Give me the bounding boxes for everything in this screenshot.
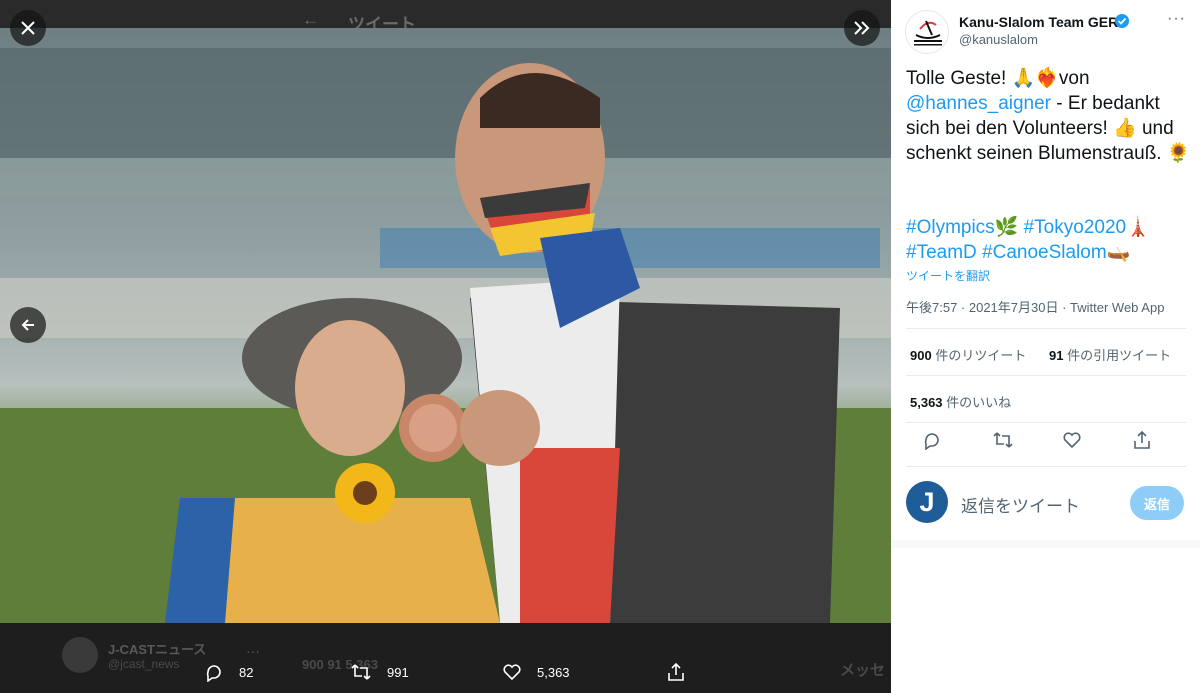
author-handle[interactable]: @kanuslalom (959, 32, 1038, 47)
tweet-photo (0, 28, 891, 623)
background-message-label: メッセ (840, 662, 886, 679)
close-button[interactable] (10, 10, 46, 46)
reply-icon (206, 665, 221, 682)
arrow-left-icon (21, 319, 34, 331)
verified-badge-icon (1114, 13, 1130, 34)
mention-link[interactable]: @hannes_aigner (906, 93, 1051, 114)
author-name[interactable]: Kanu-Slalom Team GER (959, 14, 1118, 30)
hashtags: #Olympics🌿 #Tokyo2020🗼 #TeamD #CanoeSlal… (906, 215, 1196, 265)
quote-tweets-stat[interactable]: 91 件の引用ツイート (1049, 345, 1171, 364)
reply-action[interactable]: 82 (204, 662, 253, 682)
media-action-bar: J-CASTニュース @jcast_news ··· 900 91 5,363 … (0, 623, 891, 693)
tweet-text: Tolle Geste! 🙏❤️‍🔥von @hannes_aigner - E… (906, 66, 1196, 166)
share-icon[interactable] (1132, 430, 1152, 455)
media-viewer: ← ツイート J-CASTニュース @jcast_news ··· 900 91… (0, 0, 891, 693)
reply-button[interactable]: 返信 (1130, 486, 1184, 520)
retweet-count: 991 (387, 664, 409, 680)
close-icon (21, 21, 35, 35)
retweet-icon[interactable] (992, 430, 1014, 455)
translate-tweet-link[interactable]: ツイートを翻訳 (906, 267, 990, 284)
author-avatar[interactable] (905, 10, 949, 54)
reply-icon[interactable] (922, 430, 942, 455)
retweet-icon (351, 664, 371, 680)
heart-icon (503, 664, 521, 681)
share-action[interactable] (666, 662, 701, 682)
divider (906, 375, 1186, 376)
retweets-stat[interactable]: 900 件のリツイート (910, 345, 1026, 364)
divider (906, 466, 1186, 467)
background-author-handle: @jcast_news (108, 657, 180, 671)
panel-footer (891, 540, 1200, 548)
collapse-panel-button[interactable] (844, 10, 880, 46)
double-chevron-right-icon (854, 21, 870, 35)
background-header: ← ツイート (0, 0, 891, 34)
like-action[interactable]: 5,363 (502, 662, 570, 682)
divider (906, 328, 1186, 329)
tweet-text-part-1: Tolle Geste! 🙏❤️‍🔥von (906, 68, 1090, 89)
tweet-timestamp[interactable]: 午後7:57 · 2021年7月30日 · Twitter Web App (906, 297, 1164, 316)
reply-composer: J 返信をツイート 返信 (906, 481, 1188, 527)
like-count: 5,363 (537, 664, 570, 680)
tweet-actions (906, 430, 1186, 458)
retweet-action[interactable]: 991 (350, 662, 409, 682)
reply-count: 82 (239, 664, 254, 680)
back-arrow-icon: ← (302, 10, 319, 29)
heart-icon[interactable] (1062, 430, 1082, 455)
hashtag-line-1[interactable]: #Olympics🌿 #Tokyo2020🗼 (906, 215, 1196, 240)
likes-stat[interactable]: 5,363 件のいいね (910, 392, 1011, 411)
divider (906, 422, 1186, 423)
current-user-avatar[interactable]: J (906, 481, 948, 523)
background-author-name: J-CASTニュース (108, 642, 207, 657)
hashtag-line-2[interactable]: #TeamD #CanoeSlalom🛶 (906, 240, 1196, 265)
canoe-logo-icon (914, 20, 942, 46)
tweet-detail-panel: Kanu-Slalom Team GER @kanuslalom ··· Tol… (891, 0, 1200, 693)
reply-input[interactable]: 返信をツイート (961, 492, 1080, 517)
share-icon (668, 662, 684, 681)
background-more-icon: ··· (246, 643, 260, 659)
previous-media-button[interactable] (10, 307, 46, 343)
background-avatar (62, 637, 98, 673)
more-options-icon[interactable]: ··· (1167, 10, 1186, 28)
